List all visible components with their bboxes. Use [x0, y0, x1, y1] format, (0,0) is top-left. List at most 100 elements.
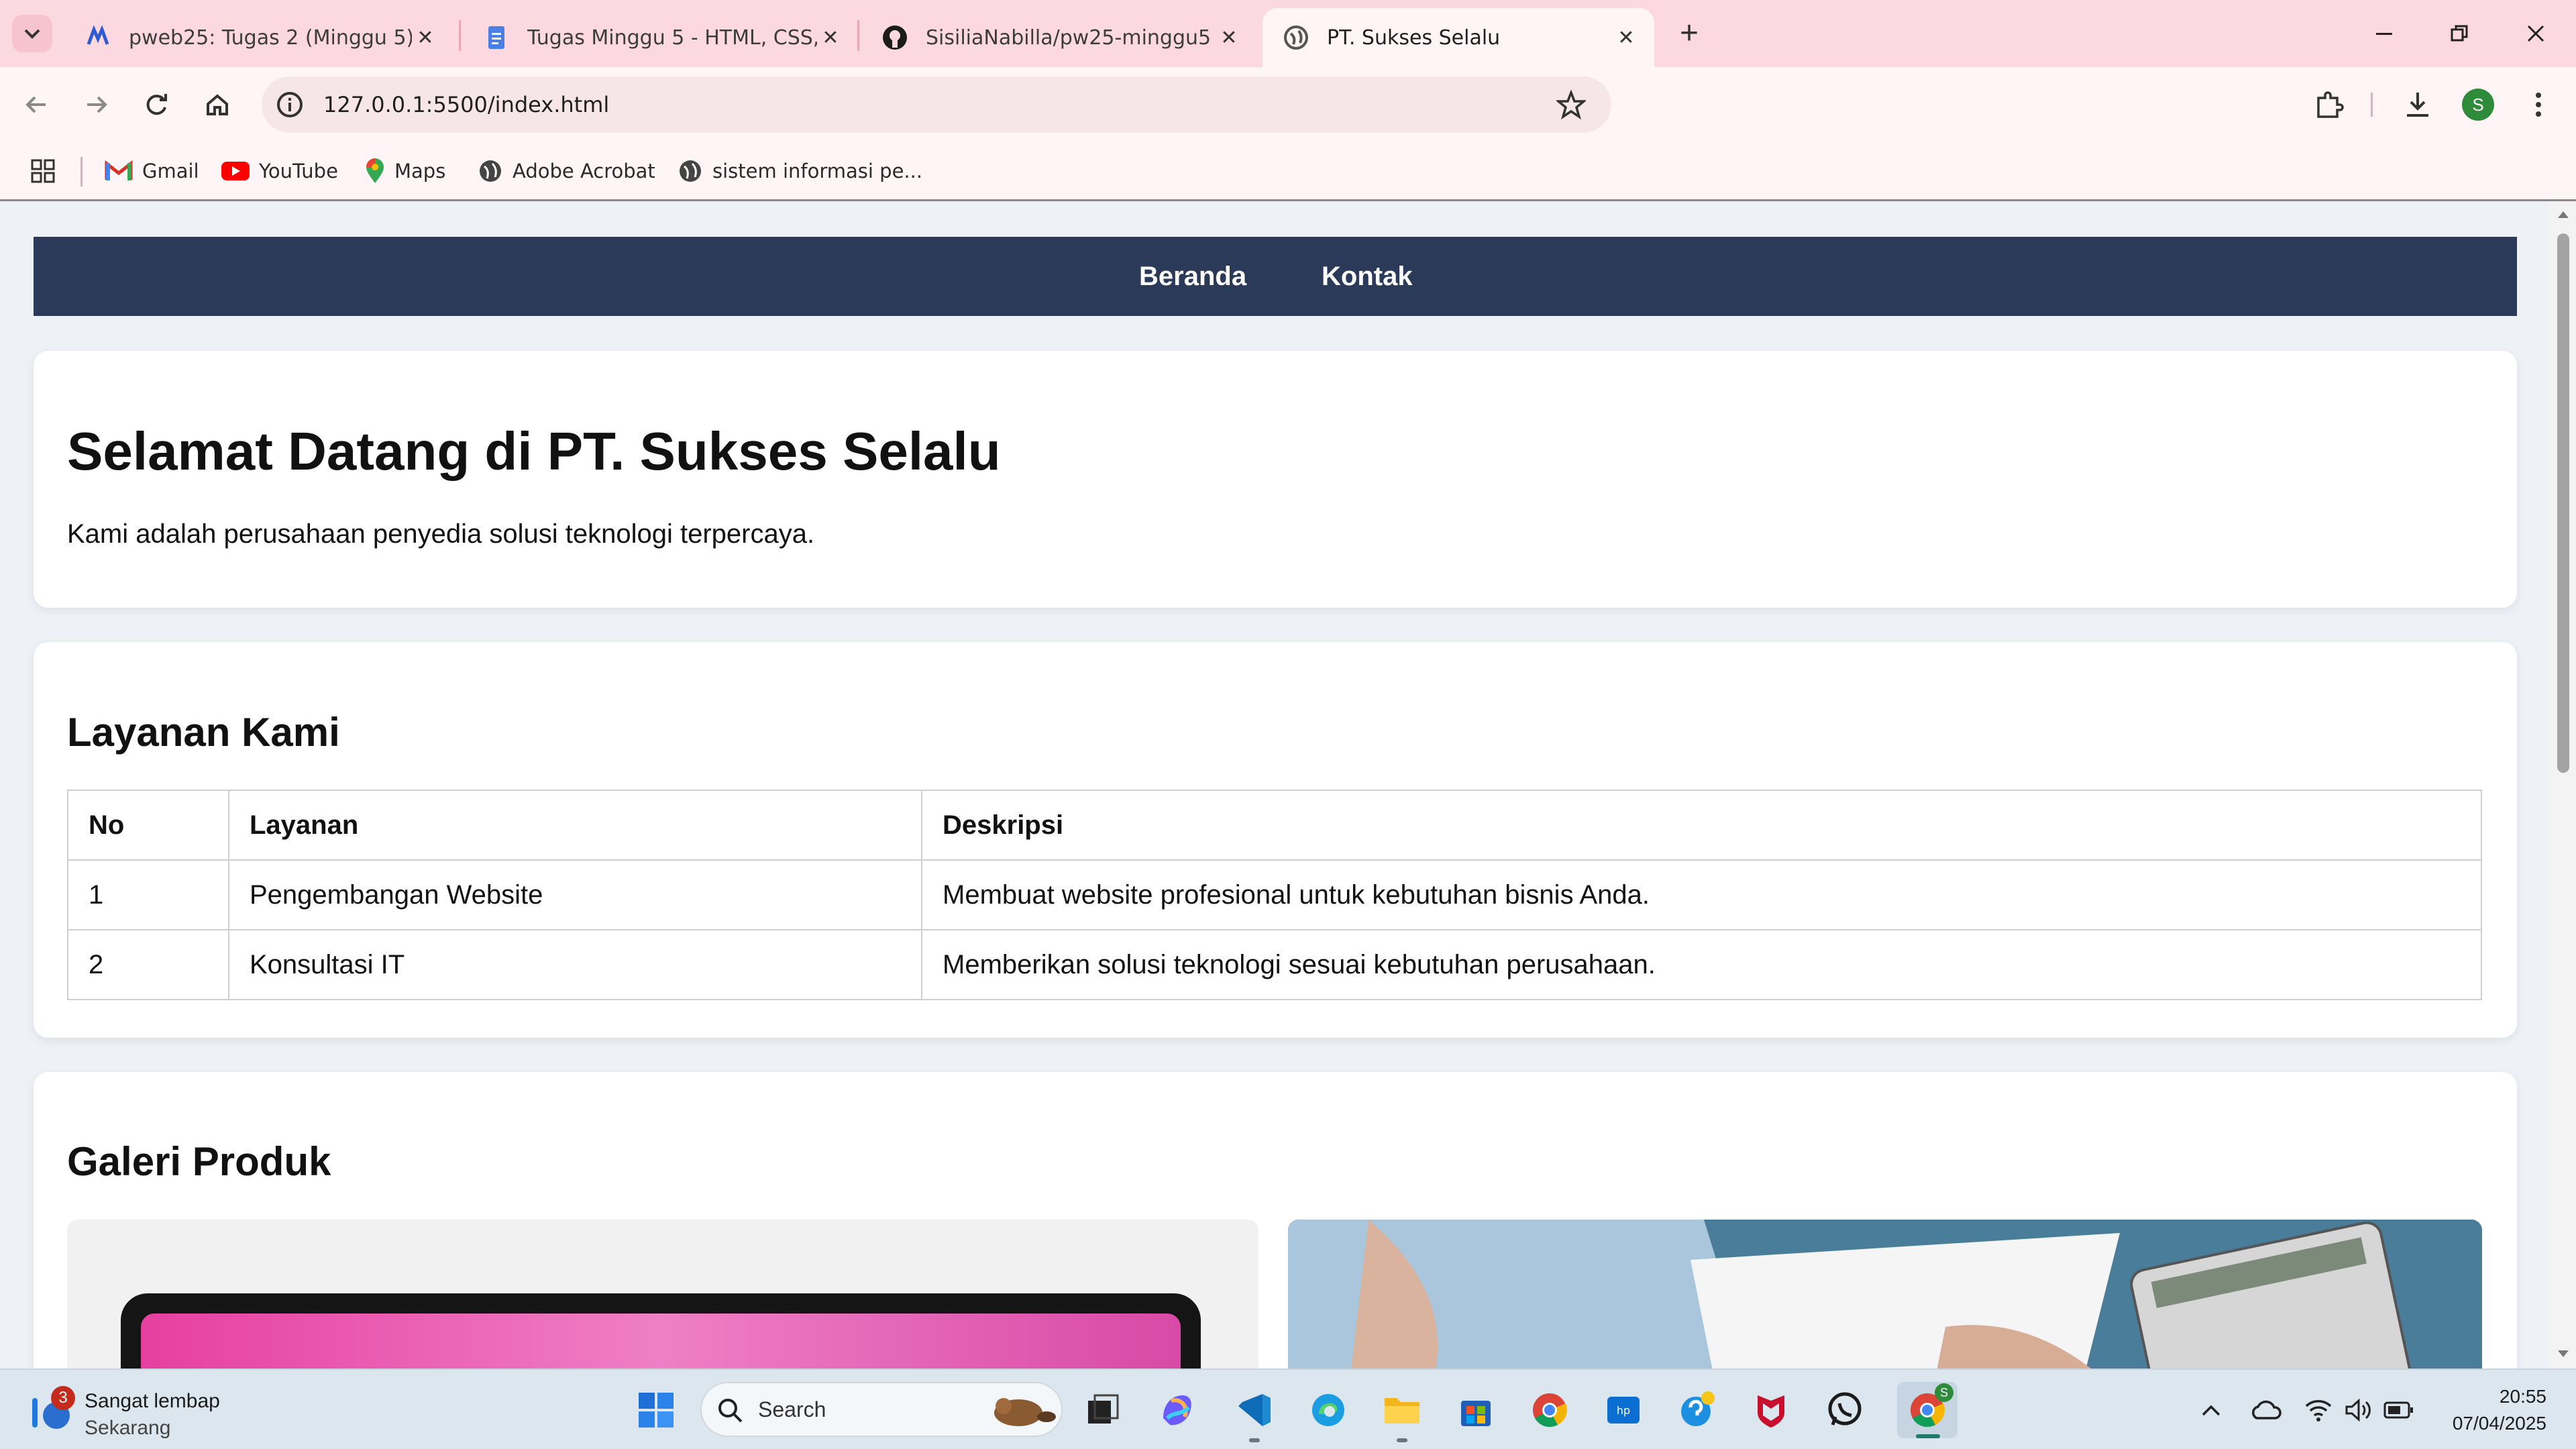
- onedrive-button[interactable]: [2245, 1389, 2288, 1432]
- cloud-icon: [2252, 1400, 2282, 1419]
- network-button[interactable]: [2297, 1389, 2340, 1432]
- chrome-button[interactable]: [1528, 1389, 1571, 1432]
- windows-logo-icon: [639, 1393, 674, 1428]
- bookmark-gmail[interactable]: Gmail: [105, 154, 199, 188]
- running-indicator: [1397, 1438, 1407, 1442]
- table-cell: 2: [67, 929, 229, 1000]
- table-cell: Konsultasi IT: [228, 929, 922, 1000]
- tab-pt-sukses[interactable]: PT. Sukses Selalu ✕: [1263, 8, 1654, 67]
- bookmark-maps[interactable]: Maps: [365, 154, 445, 188]
- globe-icon: [1284, 25, 1308, 50]
- mcafee-shield-icon: [1758, 1395, 1784, 1428]
- new-tab-button[interactable]: +: [1668, 12, 1711, 55]
- back-button[interactable]: [17, 86, 55, 123]
- battery-button[interactable]: [2377, 1389, 2420, 1432]
- taskbar-search[interactable]: Search: [700, 1382, 1063, 1437]
- scroll-down-arrow-icon[interactable]: [2557, 1350, 2569, 1359]
- bookmark-sistem-informasi[interactable]: sistem informasi pe...: [678, 154, 922, 188]
- scroll-up-arrow-icon[interactable]: [2557, 209, 2569, 219]
- extensions-button[interactable]: [2310, 86, 2348, 123]
- bookmark-label: Maps: [394, 160, 446, 182]
- table-header-row: No Layanan Deskripsi: [67, 790, 2482, 861]
- tab-close-icon[interactable]: ✕: [412, 26, 439, 50]
- profile-button[interactable]: S: [2459, 86, 2497, 123]
- tab-title: SisiliaNabilla/pw25-minggu5: [926, 25, 1212, 50]
- task-view-button[interactable]: [1081, 1389, 1124, 1432]
- help-button[interactable]: [1676, 1389, 1719, 1432]
- task-view-icon: [1088, 1394, 1119, 1424]
- chrome-menu-button[interactable]: [2520, 86, 2557, 123]
- folder-icon: [1385, 1398, 1419, 1424]
- minimize-button[interactable]: [2351, 13, 2418, 54]
- tab-close-icon[interactable]: ✕: [1613, 26, 1640, 50]
- myhp-button[interactable]: hp: [1602, 1389, 1645, 1432]
- site-info-icon[interactable]: [275, 90, 305, 119]
- bookmark-star-icon[interactable]: [1556, 90, 1586, 119]
- tab-strip: pweb25: Tugas 2 (Minggu 5) - H ✕ Tugas M…: [0, 0, 2576, 67]
- vertical-scrollbar[interactable]: [2549, 201, 2576, 1368]
- restore-button[interactable]: [2426, 13, 2493, 54]
- apps-button[interactable]: [30, 154, 66, 188]
- store-icon: [1461, 1401, 1491, 1426]
- chrome-profile-button[interactable]: S: [1897, 1382, 1957, 1438]
- reload-button[interactable]: [138, 86, 176, 123]
- page-title: Selamat Datang di PT. Sukses Selalu: [67, 421, 1001, 481]
- arrow-right-icon: [87, 96, 107, 113]
- chevron-down-icon: [24, 29, 40, 39]
- copilot-button[interactable]: [1155, 1389, 1198, 1432]
- profile-initial: S: [2472, 95, 2484, 115]
- nav-link-beranda[interactable]: Beranda: [1139, 237, 1246, 316]
- table-cell: Membuat website profesional untuk kebutu…: [921, 859, 2482, 930]
- tab-title: Tugas Minggu 5 - HTML, CSS, J: [527, 25, 817, 50]
- tab-tugas[interactable]: Tugas Minggu 5 - HTML, CSS, J ✕: [463, 8, 859, 67]
- tab-title: PT. Sukses Selalu: [1327, 25, 1501, 50]
- consulting-product-image: [1288, 1220, 2482, 1368]
- home-icon: [207, 94, 228, 115]
- close-window-button[interactable]: [2502, 13, 2569, 54]
- store-button[interactable]: [1454, 1389, 1497, 1432]
- table-row: 2 Konsultasi IT Memberikan solusi teknol…: [67, 929, 2482, 1000]
- bookmark-youtube[interactable]: YouTube: [221, 154, 338, 188]
- bookmark-divider: [80, 157, 83, 186]
- downloads-button[interactable]: [2399, 86, 2436, 123]
- arrow-left-icon: [25, 96, 46, 113]
- tab-pweb25[interactable]: pweb25: Tugas 2 (Minggu 5) - H ✕: [64, 8, 453, 67]
- bookmark-adobe[interactable]: Adobe Acrobat: [478, 154, 655, 188]
- tab-close-icon[interactable]: ✕: [817, 26, 844, 50]
- reload-icon: [146, 94, 167, 115]
- page-viewport: Beranda Kontak Selamat Datang di PT. Suk…: [0, 201, 2549, 1368]
- vscode-button[interactable]: [1233, 1389, 1276, 1442]
- clock-time: 20:55: [2499, 1386, 2546, 1407]
- file-explorer-button[interactable]: [1381, 1389, 1424, 1442]
- mcafee-button[interactable]: [1750, 1389, 1792, 1432]
- table-row: 1 Pengembangan Website Membuat website p…: [67, 859, 2482, 930]
- running-indicator: [1249, 1438, 1260, 1442]
- gallery-image-monitor: [67, 1220, 1258, 1368]
- weather-widget[interactable]: 3 Sangat lembap Sekarang: [24, 1382, 252, 1440]
- volume-button[interactable]: [2337, 1389, 2380, 1432]
- show-hidden-icons-button[interactable]: [2190, 1389, 2233, 1432]
- tab-github[interactable]: SisiliaNabilla/pw25-minggu5 ✕: [861, 8, 1257, 67]
- google-docs-icon: [488, 26, 504, 49]
- address-bar[interactable]: 127.0.0.1:5500/index.html: [262, 76, 1611, 133]
- start-button[interactable]: [635, 1389, 678, 1432]
- tab-close-icon[interactable]: ✕: [1216, 26, 1242, 50]
- edge-button[interactable]: [1307, 1389, 1350, 1432]
- nav-link-kontak[interactable]: Kontak: [1322, 237, 1413, 316]
- site-navbar: Beranda Kontak: [34, 237, 2517, 316]
- gmail-icon: [105, 160, 133, 180]
- scrollbar-thumb[interactable]: [2557, 233, 2569, 773]
- minimize-icon: [2376, 33, 2392, 35]
- tab-search-button[interactable]: [12, 15, 52, 52]
- home-button[interactable]: [199, 86, 236, 123]
- whatsapp-button[interactable]: [1823, 1389, 1866, 1432]
- url-text[interactable]: 127.0.0.1:5500/index.html: [323, 76, 609, 133]
- forward-button[interactable]: [78, 86, 115, 123]
- help-icon: [1681, 1391, 1715, 1426]
- search-placeholder: Search: [758, 1397, 826, 1421]
- youtube-icon: [221, 162, 250, 180]
- edge-icon: [1312, 1394, 1344, 1426]
- search-icon: [718, 1399, 743, 1423]
- speaker-icon: [2345, 1398, 2371, 1422]
- clock[interactable]: 20:55 07/04/2025: [2428, 1383, 2546, 1440]
